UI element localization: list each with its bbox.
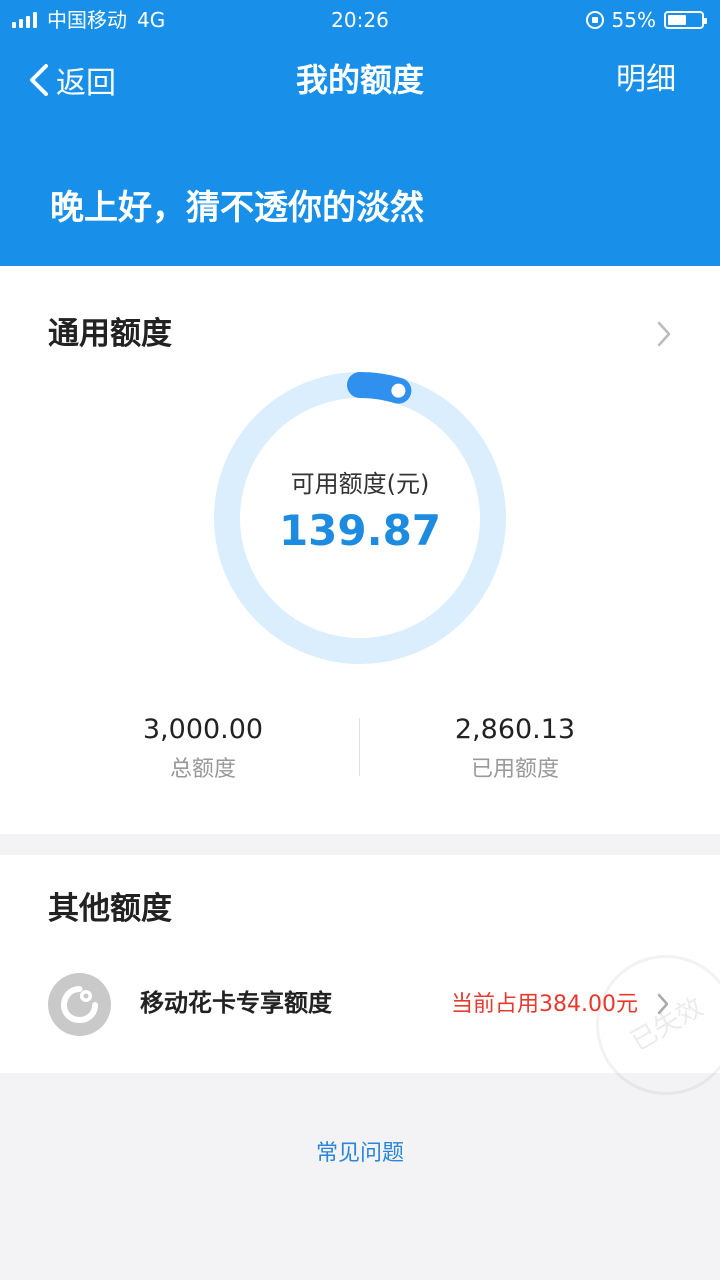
general-quota-title: 通用额度 (48, 316, 172, 352)
chevron-right-icon[interactable] (656, 320, 672, 348)
status-right: 55% (585, 0, 707, 40)
other-quota-item-status: 当前占用384.00元 (451, 992, 638, 1017)
lock-rotation-icon (585, 11, 604, 29)
expired-stamp: 已失效 (596, 955, 720, 1095)
huaka-logo-icon (48, 973, 111, 1036)
status-bar: 中国移动 4G 20:26 55% (0, 0, 720, 40)
used-quota-label: 已用额度 (470, 757, 559, 782)
total-quota-stat: 3,000.00 总额度 (103, 710, 303, 790)
back-label: 返回 (56, 66, 116, 101)
battery-fill (668, 15, 686, 25)
greeting-text: 晚上好，猜不透你的淡然 (50, 188, 424, 228)
battery-icon (664, 11, 707, 29)
faq-link[interactable]: 常见问题 (0, 1134, 720, 1174)
nav-bar: 返回 我的额度 明细 (0, 40, 720, 122)
back-chevron-icon (30, 64, 48, 96)
ring-knob (391, 383, 406, 398)
detail-button[interactable]: 明细 (616, 56, 676, 104)
other-quota-item-label: 移动花卡专享额度 (140, 989, 332, 1017)
other-quota-card: 其他额度 已失效 移动花卡专享额度 当前占用384.00元 (0, 855, 720, 1095)
total-quota-value: 3,000.00 (142, 714, 264, 745)
stat-divider (359, 718, 360, 776)
used-quota-stat: 2,860.13 已用额度 (415, 710, 615, 790)
available-label: 可用额度(元) (290, 470, 430, 498)
other-quota-title: 其他额度 (48, 891, 172, 927)
back-button[interactable]: 返回 (28, 56, 116, 104)
chevron-right-icon[interactable] (656, 992, 670, 1016)
battery-percent: 55% (611, 8, 656, 32)
header: 中国移动 4G 20:26 55% 返回 我的额度 明细 晚上好，猜不透你的淡然 (0, 0, 720, 266)
general-quota-card[interactable]: 通用额度 可用额度(元) 139.87 3,000.00 总额度 2,860.1… (0, 266, 720, 834)
available-value: 139.87 (278, 506, 442, 555)
total-quota-label: 总额度 (169, 757, 236, 782)
used-quota-value: 2,860.13 (454, 714, 576, 745)
